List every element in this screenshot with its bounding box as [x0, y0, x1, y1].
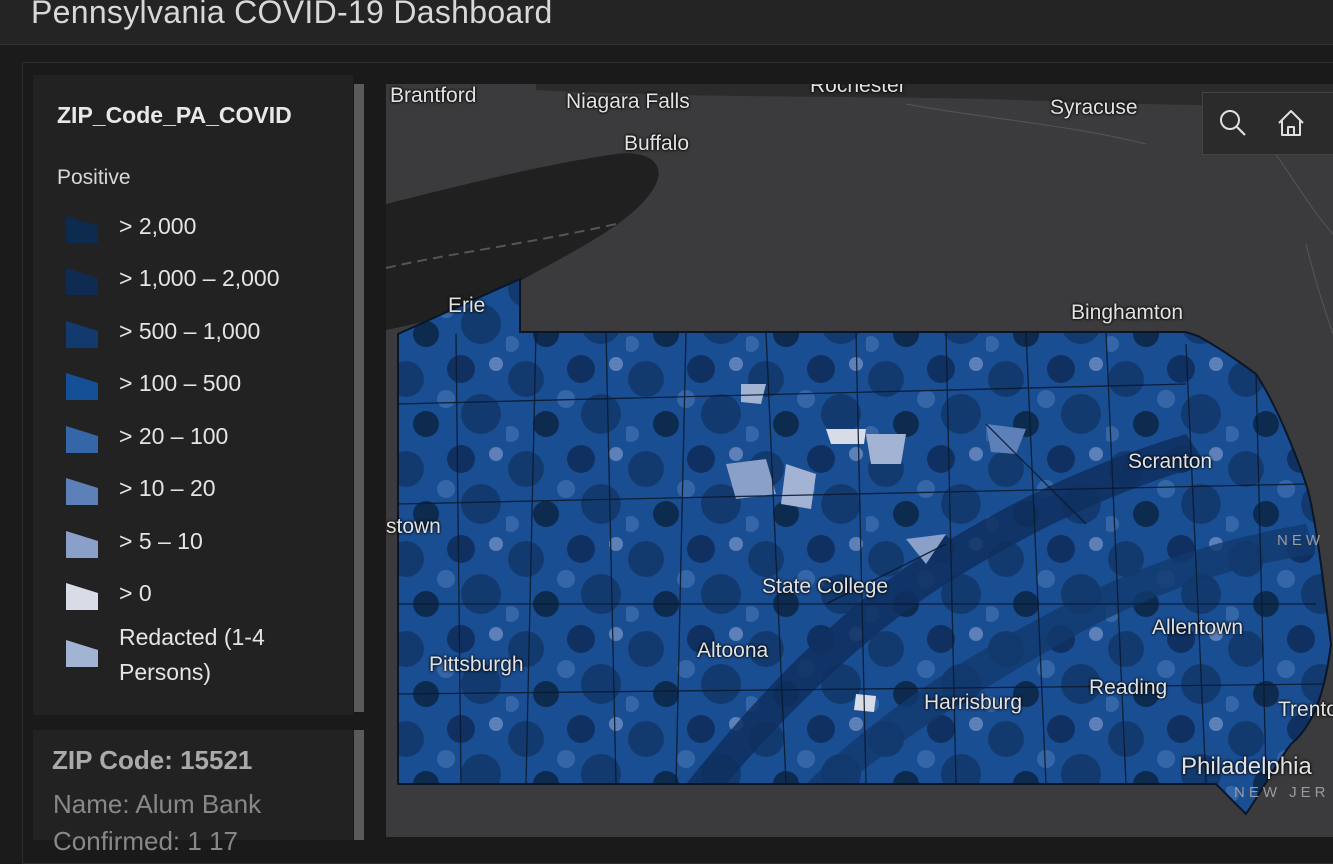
legend-scrollbar[interactable] — [354, 84, 364, 712]
city-label-town: stown — [386, 515, 441, 538]
city-label-niagara-falls: Niagara Falls — [566, 90, 690, 113]
legend-item: > 100 – 500 — [60, 363, 340, 407]
city-label-philadelphia: Philadelphia — [1181, 753, 1312, 780]
legend-swatch — [66, 531, 98, 558]
city-label-altoona: Altoona — [697, 639, 769, 662]
popup-cut-line: Confirmed: 1 17 — [53, 826, 238, 856]
legend-item-label: > 10 – 20 — [119, 475, 216, 501]
legend-item-label: > 100 – 500 — [119, 370, 242, 396]
legend-item-label: > 0 — [119, 580, 152, 606]
legend-swatch — [66, 321, 98, 348]
page-title: Pennsylvania COVID-19 Dashboard — [31, 0, 553, 30]
city-label-syracuse: Syracuse — [1050, 96, 1138, 119]
search-icon — [1220, 110, 1246, 136]
legend-item-label: Redacted (1-4 Persons) — [119, 624, 265, 685]
city-label-buffalo: Buffalo — [624, 132, 689, 155]
legend-item: > 2,000 — [60, 206, 340, 250]
city-label-scranton: Scranton — [1128, 450, 1213, 473]
popup-title: ZIP Code: 15521 — [52, 745, 253, 775]
legend-field-name: Positive — [57, 166, 131, 189]
map-view[interactable]: Brantford Niagara Falls Rochester Syracu… — [386, 84, 1333, 837]
legend-item: > 0 — [60, 573, 340, 617]
city-label-brantford: Brantford — [390, 84, 477, 107]
legend-item: > 500 – 1,000 — [60, 311, 340, 355]
legend-item: > 5 – 10 — [60, 521, 340, 565]
popup-scrollbar[interactable] — [354, 730, 364, 840]
legend-item: > 1,000 – 2,000 — [60, 258, 340, 302]
legend-item-label: > 20 – 100 — [119, 423, 229, 449]
legend-swatch — [66, 216, 98, 243]
legend-item-label: > 2,000 — [119, 213, 197, 239]
legend-item: Redacted (1-4 Persons) — [60, 624, 340, 685]
legend-item-label: > 1,000 – 2,000 — [119, 265, 280, 291]
city-label-erie: Erie — [448, 294, 486, 317]
city-label-trenton: Trento — [1278, 698, 1333, 721]
city-label-harrisburg: Harrisburg — [924, 691, 1023, 714]
legend-item: > 20 – 100 — [60, 416, 340, 460]
legend-swatch — [66, 426, 98, 453]
city-label-rochester: Rochester — [810, 84, 906, 97]
legend-swatch — [66, 268, 98, 295]
legend-item: > 10 – 20 — [60, 468, 340, 512]
popup-name-line: Name: Alum Bank — [53, 789, 262, 819]
legend-item-label: > 500 – 1,000 — [119, 318, 261, 344]
city-label-binghamton: Binghamton — [1071, 301, 1184, 324]
search-button[interactable] — [1211, 101, 1255, 145]
legend-item-label: > 5 – 10 — [119, 528, 203, 554]
legend-swatch — [66, 373, 98, 400]
legend-swatch — [66, 478, 98, 505]
home-button[interactable] — [1269, 101, 1313, 145]
city-label-allentown: Allentown — [1152, 616, 1244, 639]
state-label-new: NEW — [1277, 532, 1324, 549]
map-toolbar — [1202, 92, 1333, 155]
home-icon — [1278, 110, 1304, 136]
state-label-new-jersey: NEW JER — [1234, 784, 1330, 801]
city-label-pittsburgh: Pittsburgh — [429, 653, 524, 676]
city-label-reading: Reading — [1089, 676, 1168, 699]
header-bar: Pennsylvania COVID-19 Dashboard — [0, 0, 1333, 45]
legend-swatch — [66, 640, 98, 667]
legend-swatch — [66, 583, 98, 610]
legend-layer-name: ZIP_Code_PA_COVID — [57, 102, 292, 128]
city-label-state-college: State College — [762, 575, 889, 598]
